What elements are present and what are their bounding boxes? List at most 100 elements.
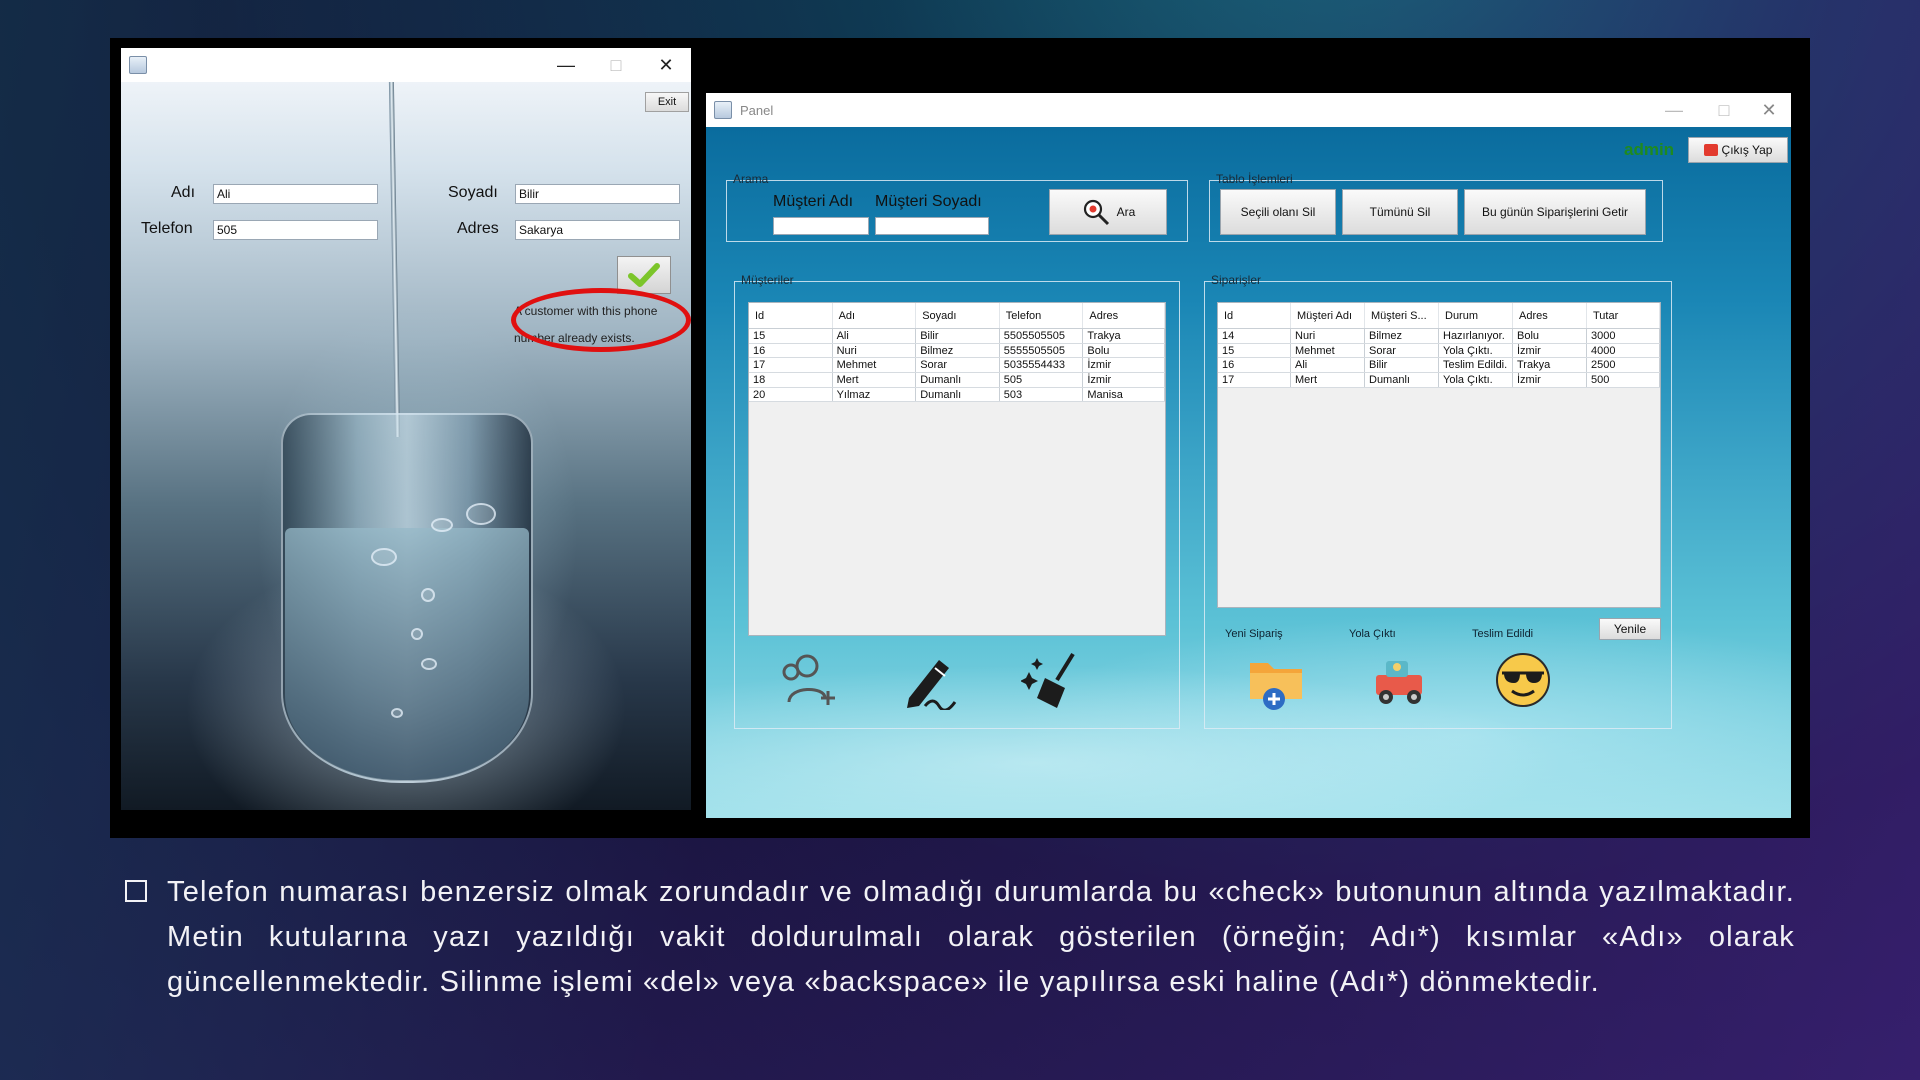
name-field[interactable]: Ali bbox=[213, 184, 378, 204]
edit-button[interactable] bbox=[897, 648, 961, 712]
column-header[interactable]: Adı bbox=[833, 303, 917, 328]
on-the-way-button[interactable] bbox=[1367, 648, 1431, 712]
maximize-icon[interactable]: □ bbox=[593, 48, 639, 82]
surname-field[interactable]: Bilir bbox=[515, 184, 680, 204]
table-cell: 16 bbox=[1218, 358, 1291, 373]
table-cell: 503 bbox=[1000, 387, 1084, 402]
app-icon bbox=[714, 101, 732, 119]
left-titlebar: — □ ✕ bbox=[121, 48, 691, 82]
table-row[interactable]: 17 Mehmet Sorar 5035554433 İzmir bbox=[749, 358, 1165, 374]
table-cell: Mert bbox=[1291, 373, 1365, 387]
table-cell: Mehmet bbox=[1291, 343, 1365, 358]
table-row[interactable]: 20 Yılmaz Dumanlı 503 Manisa bbox=[749, 387, 1165, 403]
delete-selected-button[interactable]: Seçili olanı Sil bbox=[1220, 189, 1336, 235]
customers-table[interactable]: Id Adı Soyadı Telefon Adres 15 Ali Bilir… bbox=[748, 302, 1166, 636]
column-header[interactable]: Id bbox=[1218, 303, 1291, 328]
delivered-button[interactable] bbox=[1491, 648, 1555, 712]
add-user-icon bbox=[782, 654, 835, 705]
column-header[interactable]: Adres bbox=[1083, 303, 1165, 328]
refresh-button[interactable]: Yenile bbox=[1599, 618, 1661, 640]
table-row[interactable]: 18 Mert Dumanlı 505 İzmir bbox=[749, 373, 1165, 388]
table-cell: Teslim Edildi. bbox=[1439, 358, 1513, 373]
table-cell: Bilmez bbox=[1365, 329, 1439, 343]
minimize-icon[interactable]: — bbox=[543, 48, 589, 82]
surname-label: Soyadı bbox=[448, 184, 498, 201]
panel-titlebar: Panel — □ ✕ bbox=[706, 93, 1791, 127]
table-cell: 3000 bbox=[1587, 329, 1660, 343]
clear-button[interactable] bbox=[1019, 648, 1083, 712]
on-the-way-label: Yola Çıktı bbox=[1349, 628, 1396, 640]
customer-name-label: Müşteri Adı bbox=[773, 193, 854, 210]
phone-field[interactable]: 505 bbox=[213, 220, 378, 240]
table-cell: 18 bbox=[749, 373, 833, 387]
table-cell: 15 bbox=[749, 329, 833, 343]
column-header[interactable]: Id bbox=[749, 303, 833, 328]
table-cell: 14 bbox=[1218, 329, 1291, 343]
table-row[interactable]: 15 Mehmet Sorar Yola Çıktı. İzmir 4000 bbox=[1218, 343, 1660, 359]
table-cell: Bilir bbox=[1365, 358, 1439, 373]
table-cell: Dumanlı bbox=[1365, 373, 1439, 387]
customer-name-search-input[interactable] bbox=[773, 217, 869, 235]
orders-table[interactable]: Id Müşteri Adı Müşteri S... Durum Adres … bbox=[1217, 302, 1661, 608]
bubble-image bbox=[431, 518, 453, 532]
orders-group: Siparişler Id Müşteri Adı Müşteri S... D… bbox=[1204, 273, 1672, 729]
column-header[interactable]: Tutar bbox=[1587, 303, 1660, 328]
table-cell: İzmir bbox=[1083, 373, 1165, 387]
broom-icon bbox=[1021, 652, 1075, 708]
table-cell: Ali bbox=[1291, 358, 1365, 373]
table-cell: 17 bbox=[1218, 373, 1291, 387]
table-row[interactable]: 14 Nuri Bilmez Hazırlanıyor. Bolu 3000 bbox=[1218, 329, 1660, 344]
table-cell: Yola Çıktı. bbox=[1439, 373, 1513, 387]
table-cell: 15 bbox=[1218, 343, 1291, 358]
table-cell: 5035554433 bbox=[1000, 358, 1084, 373]
column-header[interactable]: Telefon bbox=[1000, 303, 1084, 328]
add-user-button[interactable] bbox=[775, 648, 839, 712]
table-cell: Yola Çıktı. bbox=[1439, 343, 1513, 358]
sunglasses-smiley-icon bbox=[1496, 653, 1550, 707]
maximize-icon[interactable]: □ bbox=[1701, 93, 1747, 127]
search-button[interactable]: Ara bbox=[1049, 189, 1167, 235]
bubble-image bbox=[421, 658, 437, 670]
table-cell: Mert bbox=[833, 373, 917, 387]
table-cell: Bolu bbox=[1083, 343, 1165, 358]
minimize-icon[interactable]: — bbox=[1651, 93, 1697, 127]
today-orders-button[interactable]: Bu günün Siparişlerini Getir bbox=[1464, 189, 1646, 235]
checkbox-bullet-icon bbox=[125, 880, 147, 902]
table-cell: Nuri bbox=[1291, 329, 1365, 343]
column-header[interactable]: Müşteri S... bbox=[1365, 303, 1439, 328]
table-row[interactable]: 15 Ali Bilir 5505505505 Trakya bbox=[749, 329, 1165, 344]
exit-button[interactable]: Exit bbox=[645, 92, 689, 112]
table-row[interactable]: 16 Ali Bilir Teslim Edildi. Trakya 2500 bbox=[1218, 358, 1660, 374]
slide-caption: Telefon numarası benzersiz olmak zorunda… bbox=[125, 870, 1795, 1005]
table-cell: 505 bbox=[1000, 373, 1084, 387]
column-header[interactable]: Müşteri Adı bbox=[1291, 303, 1365, 328]
table-cell: 5505505505 bbox=[1000, 329, 1084, 343]
bubble-image bbox=[371, 548, 397, 566]
column-header[interactable]: Soyadı bbox=[916, 303, 1000, 328]
column-header[interactable]: Adres bbox=[1513, 303, 1587, 328]
pen-icon bbox=[907, 660, 957, 710]
table-cell: Mehmet bbox=[833, 358, 917, 373]
new-order-folder-icon bbox=[1250, 663, 1302, 710]
table-cell: 16 bbox=[749, 343, 833, 358]
glass-water-image bbox=[285, 528, 529, 780]
table-cell: Manisa bbox=[1083, 387, 1165, 402]
close-icon[interactable]: ✕ bbox=[1746, 93, 1791, 127]
column-header[interactable]: Durum bbox=[1439, 303, 1513, 328]
bubble-image bbox=[391, 708, 403, 718]
table-cell: 4000 bbox=[1587, 343, 1660, 358]
table-cell: Trakya bbox=[1083, 329, 1165, 343]
delete-all-button[interactable]: Tümünü Sil bbox=[1342, 189, 1458, 235]
new-order-button[interactable] bbox=[1245, 648, 1309, 712]
table-row[interactable]: 17 Mert Dumanlı Yola Çıktı. İzmir 500 bbox=[1218, 373, 1660, 388]
customer-surname-search-input[interactable] bbox=[875, 217, 989, 235]
logout-label: Çıkış Yap bbox=[1721, 143, 1773, 157]
logout-button[interactable]: Çıkış Yap bbox=[1688, 137, 1788, 163]
bubble-image bbox=[466, 503, 496, 525]
table-row[interactable]: 16 Nuri Bilmez 5555505505 Bolu bbox=[749, 343, 1165, 359]
close-icon[interactable]: ✕ bbox=[643, 48, 689, 82]
search-button-label: Ara bbox=[1116, 205, 1136, 219]
table-cell: 20 bbox=[749, 387, 833, 402]
address-label: Adres bbox=[457, 220, 499, 237]
address-field[interactable]: Sakarya bbox=[515, 220, 680, 240]
